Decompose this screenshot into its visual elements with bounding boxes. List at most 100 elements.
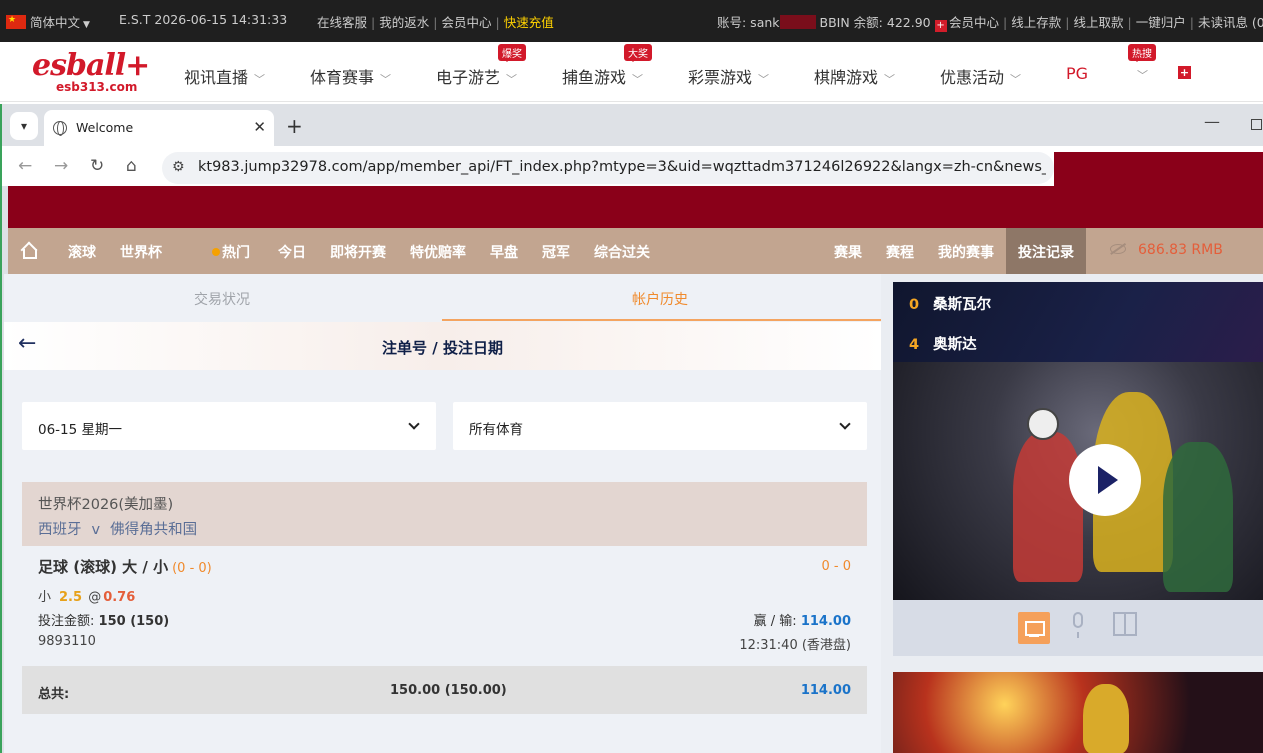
- online-deposit-link[interactable]: 线上存款: [1011, 15, 1061, 30]
- date-select[interactable]: 06-15 星期一: [22, 402, 436, 450]
- new-tab-icon[interactable]: +: [286, 114, 303, 138]
- pitch-icon[interactable]: [1113, 612, 1137, 636]
- online-withdraw-link[interactable]: 线上取款: [1073, 15, 1123, 30]
- chevron-down-icon: ﹀: [254, 73, 266, 86]
- match-teams: 西班牙 v 佛得角共和国: [38, 518, 851, 539]
- nav-pg[interactable]: PG: [1066, 64, 1088, 83]
- browser-tab[interactable]: Welcome ✕: [44, 110, 274, 146]
- stake: 投注金额: 150 (150): [38, 614, 170, 629]
- promo-banner[interactable]: [893, 672, 1263, 753]
- versus: v: [91, 522, 101, 538]
- video-player[interactable]: [893, 362, 1263, 600]
- browser-toolbar: ← → ↻ ⌂ ⚙ kt983.jump32978.com/app/member…: [2, 146, 1263, 186]
- microphone-icon[interactable]: [1073, 612, 1083, 638]
- quick-recharge-link[interactable]: 快速充值: [504, 15, 554, 30]
- chevron-down-icon: ﹀: [758, 73, 770, 86]
- sport-nav-inplay[interactable]: 滚球: [68, 242, 96, 262]
- plus-icon[interactable]: +: [934, 20, 947, 32]
- globe-icon: [53, 121, 67, 136]
- one-click-transfer-link[interactable]: 一键归户: [1136, 15, 1186, 30]
- stake-value: 150 (150): [98, 614, 170, 629]
- maximize-icon[interactable]: [1251, 119, 1262, 130]
- sport-nav-hot[interactable]: 热门: [212, 242, 250, 262]
- nav-live-video[interactable]: 视讯直播 ﹀: [184, 64, 265, 88]
- forward-arrow-icon[interactable]: →: [54, 156, 68, 176]
- league-name: 世界杯2026(美加墨): [38, 497, 174, 513]
- nav-slots[interactable]: 电子游艺 ﹀: [436, 64, 517, 88]
- live-support-link[interactable]: 在线客服: [317, 15, 367, 30]
- bet-selection: 小 2.5 @0.76: [38, 590, 136, 605]
- chevron-down-icon: ﹀: [884, 73, 896, 86]
- top-bar: 简体中文▼ E.S.T 2026-06-15 14:31:33 在线客服|我的返…: [0, 0, 1263, 42]
- sport-nav-schedule[interactable]: 赛程: [886, 242, 914, 262]
- bet-market: 足球 (滚球) 大 / 小 (0 - 0): [38, 558, 212, 576]
- china-flag-icon: [6, 15, 26, 29]
- tv-icon[interactable]: [1018, 612, 1050, 644]
- language-selector[interactable]: 简体中文▼: [6, 12, 90, 31]
- reload-icon[interactable]: ↻: [90, 156, 104, 176]
- address-bar[interactable]: ⚙ kt983.jump32978.com/app/member_api/FT_…: [162, 152, 1054, 184]
- browser-window: ▾ Welcome ✕ + — ← → ↻ ⌂ ⚙ kt983.jump3297…: [0, 104, 1263, 753]
- bet-card: 世界杯2026(美加墨) 西班牙 v 佛得角共和国 足球 (滚球) 大 / 小 (0 …: [22, 482, 867, 666]
- total-row: 总共: 150.00 (150.00) 114.00: [22, 666, 867, 714]
- history-panel: 交易状况 帐户历史 ← 注单号 / 投注日期 06-15 星期一 所有体育 世界…: [4, 274, 881, 753]
- score-at-bet: (0 - 0): [172, 561, 212, 576]
- minimize-icon[interactable]: —: [1204, 112, 1220, 131]
- plus-icon[interactable]: +: [1178, 66, 1191, 79]
- unread-messages-link[interactable]: 未读讯息 (0: [1198, 15, 1263, 30]
- member-center-link-2[interactable]: 会员中心: [949, 15, 999, 30]
- site-info-icon[interactable]: ⚙: [172, 159, 185, 175]
- hot-icon: [212, 248, 220, 256]
- sport-nav-early[interactable]: 早盘: [490, 242, 518, 262]
- nav-badge-jackpot: 爆奖: [498, 44, 526, 62]
- tab-search-chevron-icon[interactable]: ▾: [10, 112, 38, 140]
- page-content: 滚球 世界杯 热门 今日 即将开赛 特优赔率 早盘 冠军 综合过关 赛果 赛程 …: [4, 186, 1263, 753]
- logo-domain: esb313.com: [55, 80, 138, 94]
- sport-nav-results[interactable]: 赛果: [834, 242, 862, 262]
- chevron-down-icon: ﹀: [380, 73, 392, 86]
- nav-more[interactable]: ﹀: [1131, 64, 1148, 83]
- sport-nav-today[interactable]: 今日: [278, 242, 306, 262]
- total-stake: 150.00 (150.00): [390, 683, 507, 698]
- bet-card-header: 世界杯2026(美加墨) 西班牙 v 佛得角共和国: [22, 482, 867, 546]
- sport-nav-best-odds[interactable]: 特优赔率: [410, 242, 466, 262]
- bbin-balance: BBIN 余额: 422.90: [819, 15, 931, 30]
- live-panel: 0 桑斯瓦尔 4 奥斯达: [893, 282, 1263, 753]
- logo[interactable]: esball+ esb313.com: [32, 50, 150, 95]
- nav-sports[interactable]: 体育赛事 ﹀: [310, 64, 391, 88]
- total-label: 总共:: [38, 687, 70, 702]
- ticket-id: 9893110: [38, 634, 96, 649]
- hide-balance-icon[interactable]: [1110, 244, 1126, 254]
- nav-chess-cards[interactable]: 棋牌游戏 ﹀: [814, 64, 895, 88]
- member-center-link[interactable]: 会员中心: [441, 15, 491, 30]
- sport-nav-worldcup[interactable]: 世界杯: [120, 242, 162, 262]
- tab-title: Welcome: [76, 120, 134, 135]
- sport-nav-outright[interactable]: 冠军: [542, 242, 570, 262]
- sport-nav-parlay[interactable]: 综合过关: [594, 242, 650, 262]
- athlete-figure: [1013, 432, 1083, 582]
- nav-promotions[interactable]: 优惠活动 ﹀: [940, 64, 1021, 88]
- sport-nav-bet-history[interactable]: 投注记录: [1018, 242, 1074, 262]
- current-score: 0 - 0: [821, 559, 852, 574]
- media-bar: [893, 600, 1263, 656]
- sport-select[interactable]: 所有体育: [453, 402, 867, 450]
- back-arrow-icon[interactable]: ←: [18, 156, 32, 176]
- sport-select-value: 所有体育: [469, 422, 523, 438]
- close-icon[interactable]: ✕: [253, 118, 266, 136]
- nav-badge-bigprize: 大奖: [624, 44, 652, 62]
- sport-nav-starting-soon[interactable]: 即将开赛: [330, 242, 386, 262]
- tab-account-history[interactable]: 帐户历史: [632, 289, 688, 309]
- home-icon[interactable]: [20, 242, 37, 259]
- tab-transaction-status[interactable]: 交易状况: [194, 289, 250, 309]
- away-team: 佛得角共和国: [110, 522, 198, 538]
- sport-nav-my-events[interactable]: 我的赛事: [938, 242, 994, 262]
- play-icon[interactable]: [1069, 444, 1141, 516]
- nav-fishing[interactable]: 捕鱼游戏 ﹀: [562, 64, 643, 88]
- odds: 0.76: [103, 590, 136, 605]
- rebate-link[interactable]: 我的返水: [379, 15, 429, 30]
- page-header: [8, 186, 1263, 228]
- nav-lottery[interactable]: 彩票游戏 ﹀: [688, 64, 769, 88]
- site-nav: esball+ esb313.com 视讯直播 ﹀ 体育赛事 ﹀ 电子游艺 ﹀ 爆奖 …: [0, 42, 1263, 102]
- win-loss-value: 114.00: [800, 614, 851, 629]
- home-icon[interactable]: ⌂: [126, 156, 137, 176]
